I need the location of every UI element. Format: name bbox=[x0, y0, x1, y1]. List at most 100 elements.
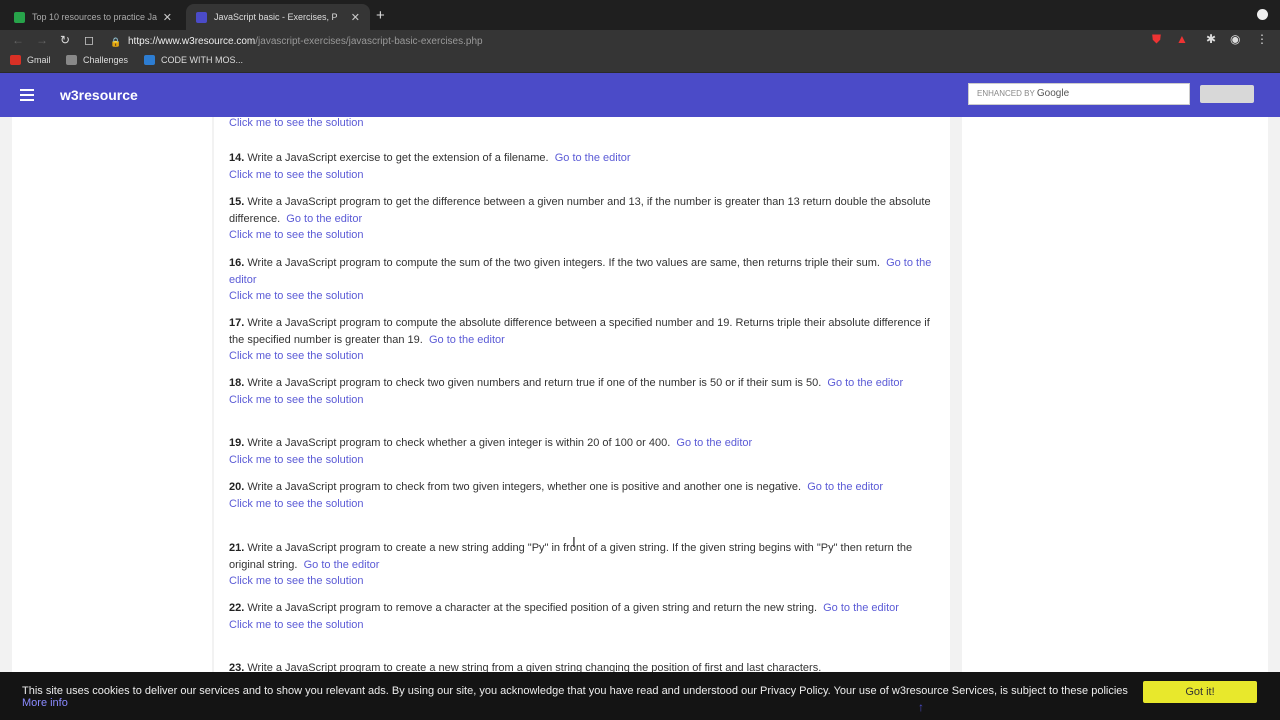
solution-link[interactable]: Click me to see the solution bbox=[229, 392, 945, 409]
exercise-text: Write a JavaScript program to check whet… bbox=[247, 437, 671, 449]
cookie-banner: This site uses cookies to deliver our se… bbox=[0, 672, 1280, 720]
browser-toolbar: ← → ↻ ◻ 🔒 https://www.w3resource.com/jav… bbox=[0, 30, 1280, 52]
url-host: https://www.w3resource.com bbox=[128, 35, 256, 47]
solution-link[interactable]: Click me to see the solution bbox=[229, 288, 945, 305]
extensions-puzzle-icon[interactable]: ✱ bbox=[1206, 32, 1216, 46]
exercise-text: Write a JavaScript exercise to get the e… bbox=[247, 152, 549, 164]
text-cursor-icon: I bbox=[572, 536, 576, 551]
exercise-number: 18. bbox=[229, 377, 245, 389]
exercise-text: Write a JavaScript program to compute th… bbox=[247, 257, 880, 269]
page-content: Click me to see the solution 14. Write a… bbox=[0, 117, 1280, 672]
new-tab-button[interactable]: + bbox=[376, 7, 385, 24]
solution-link[interactable]: Click me to see the solution bbox=[229, 617, 945, 634]
exercise-number: 19. bbox=[229, 437, 245, 449]
page-icon bbox=[144, 55, 155, 65]
bookmark-icon[interactable]: ◻ bbox=[84, 33, 94, 47]
editor-link[interactable]: Go to the editor bbox=[823, 602, 899, 614]
profile-icon[interactable] bbox=[1257, 9, 1268, 20]
tab-close-icon[interactable]: ✕ bbox=[163, 11, 172, 24]
exercise-number: 17. bbox=[229, 317, 245, 329]
bookmarks-bar: Gmail Challenges CODE WITH MOS... bbox=[0, 52, 1280, 73]
browser-tab-2[interactable]: JavaScript basic - Exercises, P ✕ bbox=[186, 4, 370, 30]
exercise-text: Write a JavaScript program to compute th… bbox=[229, 317, 930, 346]
exercise-14: 14. Write a JavaScript exercise to get t… bbox=[229, 150, 945, 183]
got-it-button[interactable]: Got it! bbox=[1143, 681, 1257, 703]
exercise-text: Write a JavaScript program to check from… bbox=[247, 481, 802, 493]
address-bar[interactable]: 🔒 https://www.w3resource.com/javascript-… bbox=[110, 32, 1140, 50]
tab-title: Top 10 resources to practice JavaScript bbox=[32, 12, 157, 22]
solution-link[interactable]: Click me to see the solution bbox=[229, 496, 945, 513]
exercise-text: Write a JavaScript program to create a n… bbox=[247, 662, 822, 672]
more-info-link[interactable]: More info bbox=[22, 697, 68, 709]
left-sidebar bbox=[12, 117, 212, 672]
editor-link[interactable]: Go to the editor bbox=[555, 152, 631, 164]
exercise-list: Click me to see the solution 14. Write a… bbox=[214, 117, 950, 672]
solution-link[interactable]: Click me to see the solution bbox=[229, 117, 945, 132]
gmail-icon bbox=[10, 55, 21, 65]
exercise-21: 21. Write a JavaScript program to create… bbox=[229, 540, 945, 590]
exercise-number: 23. bbox=[229, 662, 245, 672]
right-sidebar bbox=[962, 117, 1268, 672]
solution-link[interactable]: Click me to see the solution bbox=[229, 573, 945, 590]
lock-icon: 🔒 bbox=[110, 36, 122, 47]
exercise-number: 21. bbox=[229, 542, 245, 554]
search-brand: Google bbox=[1036, 88, 1070, 99]
editor-link[interactable]: Go to the editor bbox=[827, 377, 903, 389]
site-logo[interactable]: w3resource bbox=[60, 87, 138, 103]
browser-tab-bar: Top 10 resources to practice JavaScript … bbox=[0, 0, 1280, 30]
bookmark-challenges[interactable]: Challenges bbox=[66, 55, 128, 65]
exercise-18: 18. Write a JavaScript program to check … bbox=[229, 375, 945, 408]
forward-icon[interactable]: → bbox=[36, 33, 48, 47]
exercise-13: Click me to see the solution bbox=[229, 117, 945, 132]
exercise-number: 16. bbox=[229, 257, 245, 269]
search-prefix: ENHANCED BY bbox=[977, 89, 1035, 98]
cookie-message: This site uses cookies to deliver our se… bbox=[22, 685, 1137, 709]
exercise-16: 16. Write a JavaScript program to comput… bbox=[229, 255, 945, 305]
exercise-23: 23. Write a JavaScript program to create… bbox=[229, 660, 945, 672]
solution-link[interactable]: Click me to see the solution bbox=[229, 452, 945, 469]
solution-link[interactable]: Click me to see the solution bbox=[229, 348, 945, 365]
extension-shield-icon[interactable]: ⛊ bbox=[1152, 32, 1161, 47]
extension-triangle-icon[interactable]: ▲ bbox=[1176, 32, 1188, 46]
browser-tab-1[interactable]: Top 10 resources to practice JavaScript … bbox=[4, 4, 182, 30]
w3resource-favicon-icon bbox=[196, 11, 207, 23]
search-input[interactable]: ENHANCED BY Google bbox=[968, 83, 1190, 105]
exercise-number: 20. bbox=[229, 481, 245, 493]
tab-title: JavaScript basic - Exercises, P bbox=[214, 12, 338, 22]
browser-menu-icon[interactable]: ⋮ bbox=[1256, 32, 1268, 46]
site-header: w3resource ENHANCED BY Google bbox=[0, 73, 1280, 117]
exercise-19: 19. Write a JavaScript program to check … bbox=[229, 435, 945, 468]
bookmark-gmail[interactable]: Gmail bbox=[10, 55, 51, 65]
editor-link[interactable]: Go to the editor bbox=[286, 213, 362, 225]
cookie-text: This site uses cookies to deliver our se… bbox=[22, 685, 1128, 697]
editor-link[interactable]: Go to the editor bbox=[676, 437, 752, 449]
solution-link[interactable]: Click me to see the solution bbox=[229, 227, 945, 244]
solution-link[interactable]: Click me to see the solution bbox=[229, 167, 945, 184]
search-button[interactable] bbox=[1200, 85, 1254, 103]
exercise-text: Write a JavaScript program to remove a c… bbox=[247, 602, 817, 614]
exercise-22: 22. Write a JavaScript program to remove… bbox=[229, 600, 945, 633]
exercise-20: 20. Write a JavaScript program to check … bbox=[229, 479, 945, 512]
bookmark-label: CODE WITH MOS... bbox=[161, 55, 243, 65]
bookmark-label: Challenges bbox=[83, 55, 129, 65]
reload-icon[interactable]: ↻ bbox=[60, 33, 70, 47]
folder-icon bbox=[66, 55, 77, 65]
editor-link[interactable]: Go to the editor bbox=[807, 481, 883, 493]
sheets-favicon-icon bbox=[14, 11, 25, 23]
editor-link[interactable]: Go to the editor bbox=[429, 334, 505, 346]
exercise-number: 14. bbox=[229, 152, 245, 164]
editor-link[interactable]: Go to the editor bbox=[304, 559, 380, 571]
scroll-top-arrow-icon[interactable]: ↑ bbox=[918, 700, 924, 714]
url-path: /javascript-exercises/javascript-basic-e… bbox=[255, 35, 483, 47]
exercise-text: Write a JavaScript program to check two … bbox=[247, 377, 822, 389]
bookmark-code-with-mosh[interactable]: CODE WITH MOS... bbox=[144, 55, 243, 65]
bookmark-label: Gmail bbox=[27, 55, 51, 65]
back-icon[interactable]: ← bbox=[12, 33, 24, 47]
extension-circle-icon[interactable]: ◉ bbox=[1230, 32, 1240, 46]
exercise-number: 22. bbox=[229, 602, 245, 614]
tab-close-icon[interactable]: ✕ bbox=[351, 11, 360, 24]
exercise-17: 17. Write a JavaScript program to comput… bbox=[229, 315, 945, 365]
exercise-15: 15. Write a JavaScript program to get th… bbox=[229, 194, 945, 244]
hamburger-menu-icon[interactable] bbox=[20, 89, 34, 104]
exercise-number: 15. bbox=[229, 196, 245, 208]
